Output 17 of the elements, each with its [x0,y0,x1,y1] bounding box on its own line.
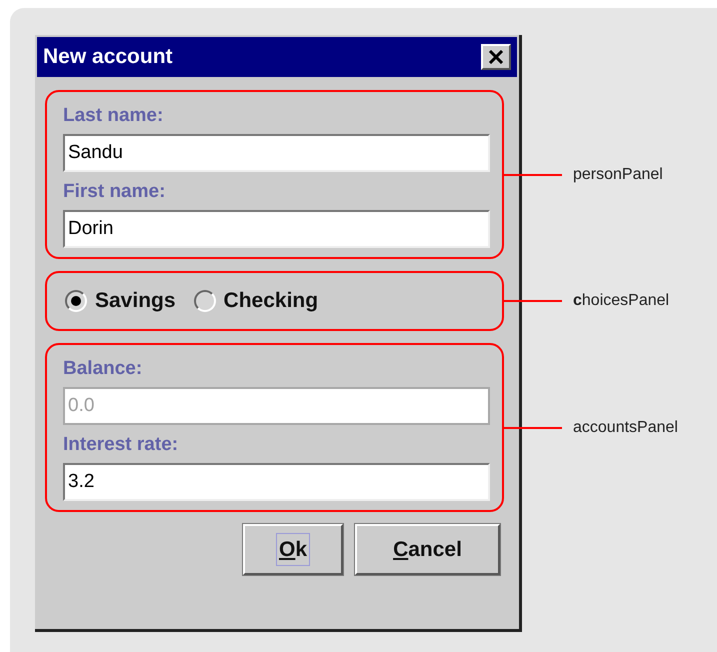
annotation-label: choicesPanel [573,291,670,311]
field-label: Last name: [63,104,164,128]
dialog-button[interactable]: Ok [243,524,343,575]
text-field[interactable]: 3.2 [63,463,490,501]
window-title: New account [43,44,173,70]
dialog-button[interactable]: Cancel [355,524,500,575]
annotation-label: accountsPanel [573,418,678,438]
field-label: Interest rate: [63,433,180,457]
text-field[interactable]: Sandu [63,134,490,172]
close-button[interactable] [481,44,511,70]
annotation-label: personPanel [573,164,663,184]
text-field[interactable]: Dorin [63,210,490,248]
radio-option[interactable]: Savings [65,285,176,317]
field-label: Balance: [63,357,144,381]
close-icon [488,50,504,64]
field-label: First name: [63,180,166,204]
radio-option[interactable]: Checking [194,285,318,317]
